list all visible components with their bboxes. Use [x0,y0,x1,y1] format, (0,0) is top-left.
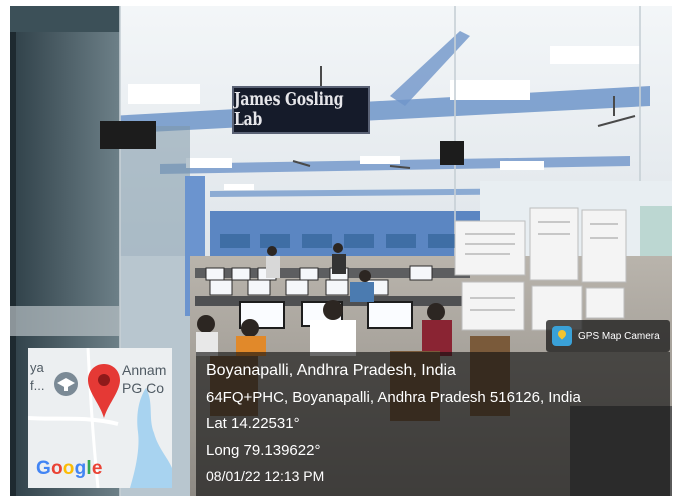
longitude: Long 79.139622° [206,442,321,459]
map-thumbnail: ya f... Annam PG Co Google [28,348,172,488]
image-frame: James Gosling Lab GPS Map Camera Boyanap… [0,0,680,502]
gps-map-camera-badge: GPS Map Camera [546,320,670,352]
google-logo: Google [36,458,103,479]
graduation-cap-icon [54,372,78,396]
lab-sign-text: James Gosling Lab [234,90,344,130]
map-label-left-bottom: f... [30,378,45,393]
date-time: 08/01/22 12:13 PM [206,468,325,484]
map-label-right-bottom: PG Co [122,380,165,396]
lab-name-sign: James Gosling Lab [232,86,370,134]
location-info-panel: Boyanapalli, Andhra Pradesh, India 64FQ+… [196,352,670,496]
gps-app-name: GPS Map Camera [578,330,660,342]
map-label-left-top: ya [30,360,44,375]
map-label-right-top: Annam [122,362,167,378]
gps-map-camera-app-icon [552,326,572,346]
place-name: Boyanapalli, Andhra Pradesh, India [206,362,456,379]
latitude: Lat 14.22531° [206,415,300,432]
full-address: 64FQ+PHC, Boyanapalli, Andhra Pradesh 51… [206,389,581,406]
